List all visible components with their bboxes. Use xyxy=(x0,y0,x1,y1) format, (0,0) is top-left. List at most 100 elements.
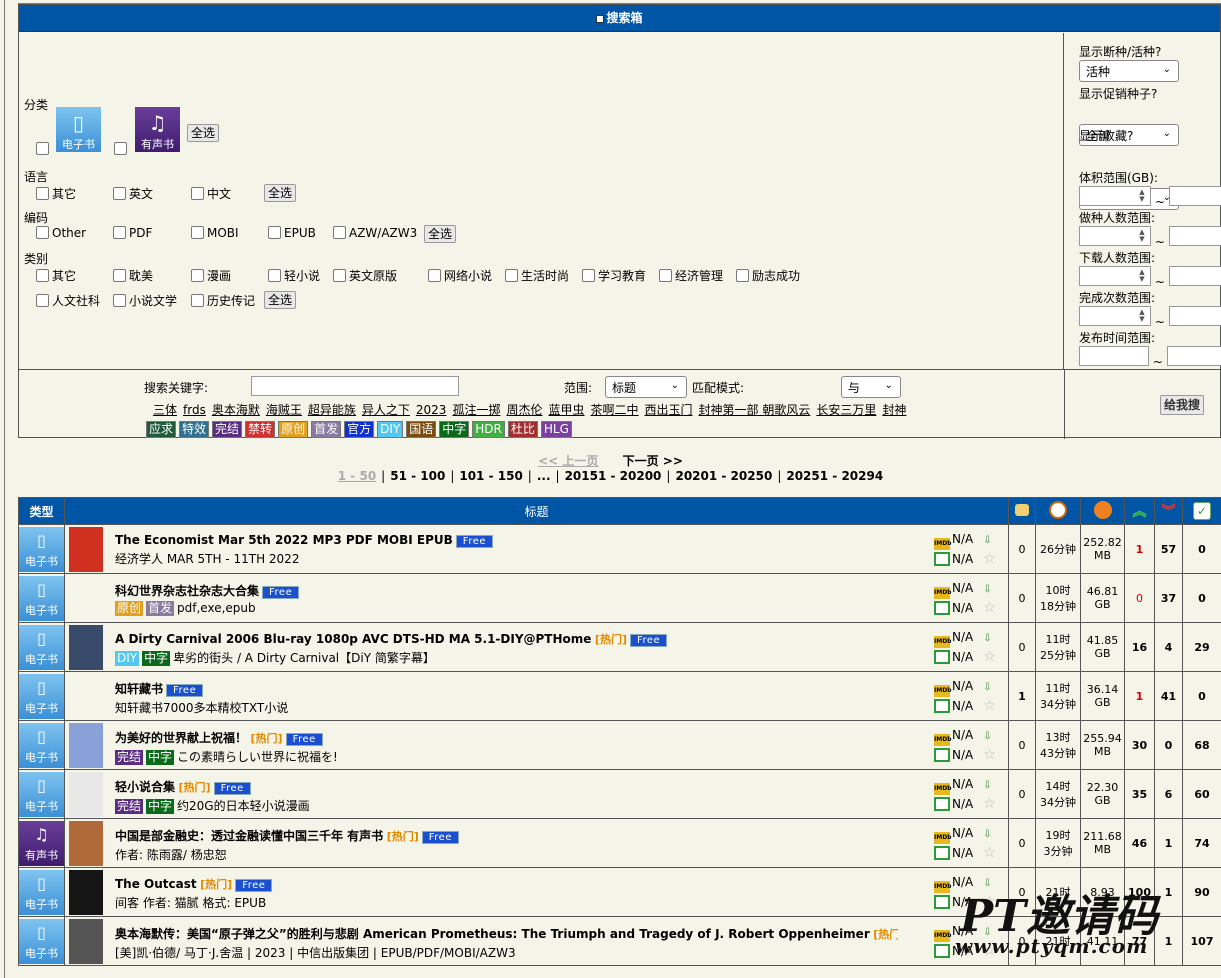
hot-keyword-link[interactable]: 海贼王 xyxy=(266,403,302,417)
category-select-all-button[interactable]: 全选 xyxy=(187,124,220,142)
tag-filter[interactable]: DIY xyxy=(377,421,404,438)
category-cell[interactable]: ▯ 电子书 xyxy=(18,622,65,672)
ebook-category-icon[interactable]: ▯ 电子书 xyxy=(19,673,64,719)
category-cell[interactable]: ▯ 电子书 xyxy=(18,916,65,966)
category-cell[interactable]: ▯ 电子书 xyxy=(18,867,65,917)
hot-keyword-link[interactable]: 茶啊二中 xyxy=(591,403,639,417)
leechers-count[interactable]: 41 xyxy=(1154,671,1183,721)
tag-filter[interactable]: HDR xyxy=(472,421,505,438)
cover-thumbnail[interactable] xyxy=(69,919,103,964)
hot-keyword-link[interactable]: 长安三万里 xyxy=(816,403,876,417)
time-min-input[interactable] xyxy=(1079,346,1149,366)
completed-count[interactable]: 74 xyxy=(1182,818,1221,868)
type-option[interactable]: 小说文学 xyxy=(113,292,177,309)
tag-filter[interactable]: 原创 xyxy=(278,421,309,438)
audiobook-category-icon[interactable]: ♫ 有声书 xyxy=(19,820,64,866)
tag-filter[interactable]: 官方 xyxy=(344,421,375,438)
torrent-title-link[interactable]: 中国是部金融史：透过金融读懂中国三千年 有声书 xyxy=(115,829,383,843)
type-option[interactable]: 励志成功 xyxy=(736,267,800,284)
cover-thumbnail[interactable] xyxy=(69,821,103,866)
bookmark-star-icon[interactable]: ☆ xyxy=(983,549,996,569)
type-select-all-button[interactable]: 全选 xyxy=(264,291,297,309)
torrent-title-link[interactable]: 为美好的世界献上祝福！ xyxy=(115,731,247,745)
col-type-header[interactable]: 类型 xyxy=(18,497,65,525)
page-range-link[interactable]: 20151 - 20200 xyxy=(565,469,662,483)
hot-keyword-link[interactable]: 蓝甲虫 xyxy=(548,403,584,417)
page-range-link[interactable]: 51 - 100 xyxy=(390,469,445,483)
comments-count[interactable]: 1 xyxy=(1008,671,1036,721)
tag-filter[interactable]: 完结 xyxy=(212,421,243,438)
bookmark-star-icon[interactable]: ☆ xyxy=(983,696,996,716)
download-icon[interactable]: ⇩ xyxy=(983,531,997,546)
dead-select[interactable]: 活种 ⌄ xyxy=(1079,60,1179,82)
complete-min-input[interactable]: ▲ ▼ xyxy=(1079,306,1151,326)
comments-icon[interactable] xyxy=(1008,497,1036,525)
torrent-title-link[interactable]: The Economist Mar 5th 2022 MP3 PDF MOBI … xyxy=(115,533,453,547)
prev-page-link[interactable]: << 上一页 xyxy=(538,454,598,468)
comments-count[interactable]: 0 xyxy=(1008,769,1036,819)
category-ebook-checkbox[interactable] xyxy=(36,142,49,155)
hot-keyword-link[interactable]: 奥本海默 xyxy=(212,403,260,417)
tag-filter[interactable]: 应求 xyxy=(146,421,177,438)
search-box-header[interactable]: 搜索箱 xyxy=(19,5,1220,32)
encoding-select-all-button[interactable]: 全选 xyxy=(424,225,457,243)
type-option[interactable]: 学习教育 xyxy=(582,267,646,284)
torrent-title-link[interactable]: The Outcast xyxy=(115,877,197,891)
encoding-option[interactable]: EPUB xyxy=(268,226,316,240)
completed-count[interactable]: 90 xyxy=(1182,867,1221,917)
type-option[interactable]: 人文社科 xyxy=(36,292,100,309)
type-option[interactable]: 网络小说 xyxy=(428,267,492,284)
leechers-count[interactable]: 57 xyxy=(1154,524,1183,574)
completed-count[interactable]: 0 xyxy=(1182,524,1221,574)
table-row[interactable]: ▯ 电子书 轻小说合集 [热门] Free 完结 中字 约20G的日本轻小说漫画 IM… xyxy=(18,769,1221,819)
ebook-category-icon[interactable]: ▯ 电子书 xyxy=(19,869,64,915)
leechers-count[interactable]: 0 xyxy=(1154,720,1183,770)
tag-filter[interactable]: 中字 xyxy=(439,421,470,438)
completed-icon[interactable]: ✓ xyxy=(1182,497,1221,525)
category-cell[interactable]: ▯ 电子书 xyxy=(18,573,65,623)
table-row[interactable]: ▯ 电子书 科幻世界杂志社杂志大合集 Free 原创 首发 pdf,exe,epub … xyxy=(18,573,1221,623)
type-option[interactable]: 耽美 xyxy=(113,267,153,284)
cover-thumbnail[interactable] xyxy=(69,723,103,768)
type-option[interactable]: 生活时尚 xyxy=(505,267,569,284)
leechers-count[interactable]: 6 xyxy=(1154,769,1183,819)
encoding-option[interactable]: AZW/AZW3 xyxy=(333,226,417,240)
col-title-header[interactable]: 标题 xyxy=(64,497,1009,525)
hot-keyword-link[interactable]: frds xyxy=(183,403,206,417)
completed-count[interactable]: 107 xyxy=(1182,916,1221,966)
hot-keyword-link[interactable]: 孤注一掷 xyxy=(452,403,500,417)
category-cell[interactable]: ▯ 电子书 xyxy=(18,671,65,721)
type-option[interactable]: 漫画 xyxy=(191,267,231,284)
category-cell[interactable]: ♫ 有声书 xyxy=(18,818,65,868)
seeders-count[interactable]: 46 xyxy=(1124,818,1155,868)
completed-count[interactable]: 68 xyxy=(1182,720,1221,770)
leechers-icon[interactable]: ︾ xyxy=(1154,497,1183,525)
torrent-title-link[interactable]: 奥本海默传：美国“原子弹之父”的胜利与悲剧 American Prometheu… xyxy=(115,927,870,941)
seeder-max-input[interactable] xyxy=(1168,226,1221,246)
hot-keyword-link[interactable]: 异人之下 xyxy=(362,403,410,417)
table-row[interactable]: ♫ 有声书 中国是部金融史：透过金融读懂中国三千年 有声书 [热门] Free 作… xyxy=(18,818,1221,868)
leecher-min-input[interactable]: ▲ ▼ xyxy=(1079,266,1151,286)
tag-filter[interactable]: 国语 xyxy=(406,421,437,438)
keyword-input[interactable] xyxy=(251,376,459,396)
seeders-count[interactable]: 30 xyxy=(1124,720,1155,770)
comments-count[interactable]: 0 xyxy=(1008,524,1036,574)
ebook-category-icon[interactable]: ▯ 电子书 xyxy=(19,722,64,768)
time-max-input[interactable] xyxy=(1166,346,1221,366)
search-submit-button[interactable]: 给我搜 xyxy=(1160,395,1205,415)
complete-max-input[interactable] xyxy=(1168,306,1221,326)
seeders-count[interactable]: 0 xyxy=(1124,573,1155,623)
language-select-all-button[interactable]: 全选 xyxy=(264,184,297,202)
hot-keyword-link[interactable]: 封神 xyxy=(882,403,906,417)
bookmark-star-icon[interactable]: ☆ xyxy=(983,745,996,765)
download-icon[interactable]: ⇩ xyxy=(983,629,997,644)
seeders-count[interactable]: 16 xyxy=(1124,622,1155,672)
tag-filter[interactable]: 特效 xyxy=(179,421,210,438)
leechers-count[interactable]: 1 xyxy=(1154,818,1183,868)
download-icon[interactable]: ⇩ xyxy=(983,825,997,840)
cover-thumbnail[interactable] xyxy=(69,772,103,817)
completed-count[interactable]: 60 xyxy=(1182,769,1221,819)
type-option[interactable]: 英文原版 xyxy=(333,267,397,284)
hot-keyword-link[interactable]: 三体 xyxy=(153,403,177,417)
language-option[interactable]: 英文 xyxy=(113,185,153,202)
